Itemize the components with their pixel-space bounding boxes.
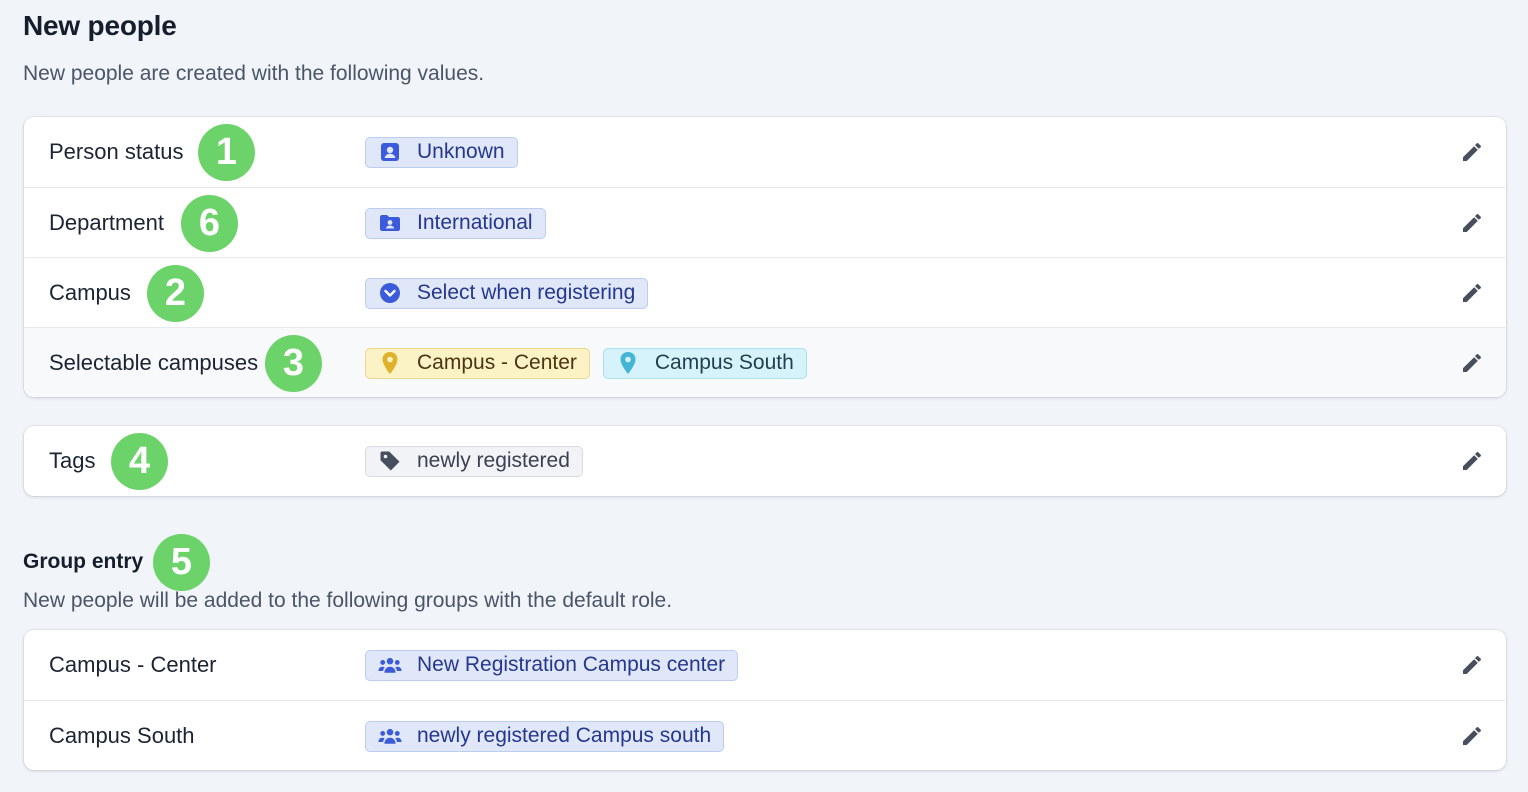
edit-group-campus-south-icon[interactable] — [1460, 724, 1484, 748]
campus-center-tag[interactable]: Campus - Center — [365, 347, 590, 379]
field-row-campus: Campus 2 Select when registering — [24, 257, 1506, 327]
edit-tags-icon[interactable] — [1460, 449, 1484, 473]
tag-label: New Registration Campus center — [417, 653, 726, 676]
group-row-campus-center: Campus - Center New Registration Campus … — [24, 630, 1506, 700]
field-row-selectable-campuses: Selectable campuses 3 Campus - Center Ca… — [24, 327, 1506, 397]
tag-label: Campus South — [654, 351, 794, 374]
group-entry-subtitle: New people will be added to the followin… — [23, 589, 673, 612]
edit-department-icon[interactable] — [1460, 211, 1484, 235]
edit-person-status-icon[interactable] — [1460, 140, 1484, 164]
group-label: Campus - Center — [49, 652, 217, 677]
group-tag[interactable]: New Registration Campus center — [365, 649, 739, 681]
tag-label: Unknown — [417, 140, 505, 163]
map-pin-icon — [616, 351, 640, 375]
group-tag[interactable]: newly registered Campus south — [365, 720, 725, 752]
tag-label: Campus - Center — [417, 351, 577, 374]
tags-card: Tags 4 newly registered — [24, 426, 1506, 496]
tag-label: newly registered — [417, 449, 570, 472]
callout-badge: 3 — [265, 335, 322, 392]
campus-tag[interactable]: Select when registering — [365, 277, 649, 309]
group-entry-card: Campus - Center New Registration Campus … — [24, 630, 1506, 770]
edit-campus-icon[interactable] — [1460, 281, 1484, 305]
field-row-person-status: Person status 1 Unknown — [24, 117, 1506, 187]
tag-label: Select when registering — [417, 281, 636, 304]
group-row-campus-south: Campus South newly registered Campus sou… — [24, 700, 1506, 770]
group-entry-title: Group entry — [23, 550, 144, 573]
callout-badge: 6 — [181, 195, 238, 252]
callout-badge: 1 — [198, 124, 255, 181]
users-icon — [378, 724, 402, 748]
newly-registered-tag[interactable]: newly registered — [365, 445, 583, 477]
field-row-tags: Tags 4 newly registered — [24, 426, 1506, 496]
callout-badge: 4 — [111, 433, 168, 490]
page-subtitle: New people are created with the followin… — [23, 62, 485, 85]
edit-group-campus-center-icon[interactable] — [1460, 653, 1484, 677]
field-label: Campus — [49, 280, 131, 305]
map-pin-icon — [378, 351, 402, 375]
tag-label: newly registered Campus south — [417, 724, 712, 747]
department-tag[interactable]: International — [365, 207, 546, 239]
callout-badge: 2 — [147, 265, 204, 322]
page-title: New people — [23, 10, 177, 41]
contact-card-icon — [378, 140, 402, 164]
group-label: Campus South — [49, 723, 195, 748]
field-row-department: Department 6 International — [24, 187, 1506, 257]
tag-icon — [378, 449, 402, 473]
person-status-tag[interactable]: Unknown — [365, 136, 518, 168]
field-label: Tags — [49, 448, 96, 473]
field-label: Selectable campuses — [49, 350, 259, 375]
callout-badge: 5 — [153, 534, 210, 591]
field-label: Department — [49, 210, 164, 235]
edit-selectable-campuses-icon[interactable] — [1460, 351, 1484, 375]
folder-user-icon — [378, 211, 402, 235]
new-person-fields-card: Person status 1 Unknown Department 6 Int… — [24, 117, 1506, 397]
campus-south-tag[interactable]: Campus South — [602, 347, 807, 379]
chevron-circle-icon — [378, 281, 402, 305]
users-icon — [378, 653, 402, 677]
field-label: Person status — [49, 139, 184, 164]
tag-label: International — [417, 211, 533, 234]
